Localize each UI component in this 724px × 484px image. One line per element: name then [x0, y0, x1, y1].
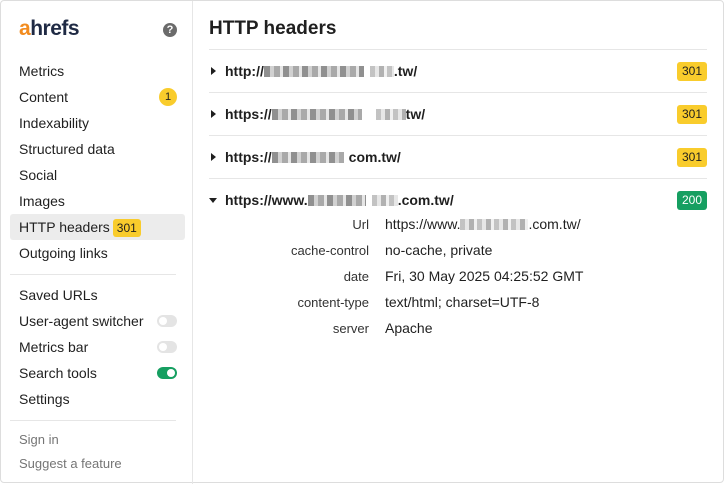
metrics-bar-toggle[interactable]	[157, 341, 177, 353]
sidebar-item-label: HTTP headers	[19, 219, 110, 235]
content-count-badge: 1	[159, 88, 177, 106]
toggle-knob	[159, 317, 167, 325]
sidebar-item-content[interactable]: Content 1	[10, 84, 185, 110]
main-panel: HTTP headers http://.tw/ 301 https://tw/…	[193, 1, 724, 484]
redacted-text	[263, 66, 364, 77]
caret-right-icon	[211, 67, 216, 75]
redacted-text	[369, 66, 394, 77]
redacted-text	[375, 109, 406, 120]
redirect-row[interactable]: http://.tw/ 301	[209, 49, 707, 92]
sidebar-item-label: Social	[19, 167, 58, 183]
ahrefs-logo[interactable]: ahrefs	[19, 17, 80, 41]
caret-right-icon	[211, 110, 216, 118]
redacted-text	[307, 195, 366, 206]
sidebar-item-label: Images	[19, 193, 65, 209]
redacted-text	[371, 195, 398, 206]
sidebar: ahrefs ? Metrics Content 1 Indexability S…	[1, 1, 193, 484]
sidebar-item-label: Structured data	[19, 141, 115, 157]
sidebar-item-outgoing-links[interactable]: Outgoing links	[10, 240, 185, 266]
sign-in-link[interactable]: Sign in	[10, 427, 185, 453]
redirect-row[interactable]: https://tw/ 301	[209, 92, 707, 135]
caret-down-icon	[209, 198, 217, 203]
status-badge: 301	[676, 105, 707, 124]
sidebar-item-metrics[interactable]: Metrics	[10, 58, 185, 84]
status-badge: 200	[676, 191, 707, 210]
page-title: HTTP headers	[209, 18, 337, 39]
caret-right-icon	[211, 153, 216, 161]
sidebar-item-structured-data[interactable]: Structured data	[10, 136, 185, 162]
sidebar-item-saved-urls[interactable]: Saved URLs	[10, 282, 185, 308]
sidebar-item-label: Metrics bar	[19, 339, 89, 355]
sidebar-item-http-headers[interactable]: HTTP headers 301	[10, 214, 185, 240]
header-value: no-cache, private	[385, 242, 493, 258]
redirect-url: http://.tw/	[225, 63, 418, 79]
header-value: Fri, 30 May 2025 04:25:52 GMT	[385, 268, 584, 284]
sidebar-item-settings[interactable]: Settings	[10, 386, 185, 412]
header-key: Url	[352, 217, 369, 232]
redirect-url: https://tw/	[225, 106, 426, 122]
suggest-feature-link[interactable]: Suggest a feature	[10, 451, 185, 477]
redirect-url: https://com.tw/	[225, 149, 401, 165]
toggle-knob	[159, 343, 167, 351]
user-agent-switcher-toggle[interactable]	[157, 315, 177, 327]
header-value: Apache	[385, 320, 433, 336]
sidebar-item-label: Saved URLs	[19, 287, 98, 303]
redacted-text	[271, 109, 362, 120]
header-value: https://www. .com.tw/	[385, 216, 581, 232]
header-value: text/html; charset=UTF-8	[385, 294, 540, 310]
sidebar-item-user-agent-switcher: User-agent switcher	[10, 308, 185, 334]
sidebar-item-indexability[interactable]: Indexability	[10, 110, 185, 136]
sidebar-divider	[10, 420, 176, 421]
sidebar-item-label: Outgoing links	[19, 245, 108, 261]
redacted-text	[460, 219, 529, 230]
redirect-url: https://www. .com.tw/	[225, 192, 454, 208]
sidebar-item-label: Indexability	[19, 115, 90, 131]
sidebar-item-social[interactable]: Social	[10, 162, 185, 188]
sidebar-item-search-tools: Search tools	[10, 360, 185, 386]
redirect-row-expanded[interactable]: https://www. .com.tw/ 200 Url https://www…	[209, 178, 707, 338]
sidebar-item-label: Search tools	[19, 365, 97, 381]
header-key: content-type	[297, 295, 369, 310]
header-key: server	[332, 321, 369, 336]
sidebar-item-images[interactable]: Images	[10, 188, 185, 214]
toggle-knob	[167, 369, 175, 377]
redacted-text	[271, 152, 344, 163]
status-badge: 301	[676, 148, 707, 167]
search-tools-toggle[interactable]	[157, 367, 177, 379]
extension-popup: ahrefs ? Metrics Content 1 Indexability S…	[0, 0, 724, 484]
http-status-badge: 301	[112, 219, 141, 238]
sidebar-divider	[10, 274, 176, 275]
status-badge: 301	[676, 62, 707, 81]
sidebar-item-metrics-bar: Metrics bar	[10, 334, 185, 360]
header-key: date	[343, 269, 369, 284]
sidebar-item-label: User-agent switcher	[19, 313, 144, 329]
sidebar-item-label: Content	[19, 89, 69, 105]
header-key: cache-control	[290, 243, 369, 258]
sidebar-item-label: Settings	[19, 391, 70, 407]
redirect-row[interactable]: https://com.tw/ 301	[209, 135, 707, 178]
sidebar-item-label: Metrics	[19, 63, 65, 79]
help-icon[interactable]: ?	[163, 23, 177, 37]
